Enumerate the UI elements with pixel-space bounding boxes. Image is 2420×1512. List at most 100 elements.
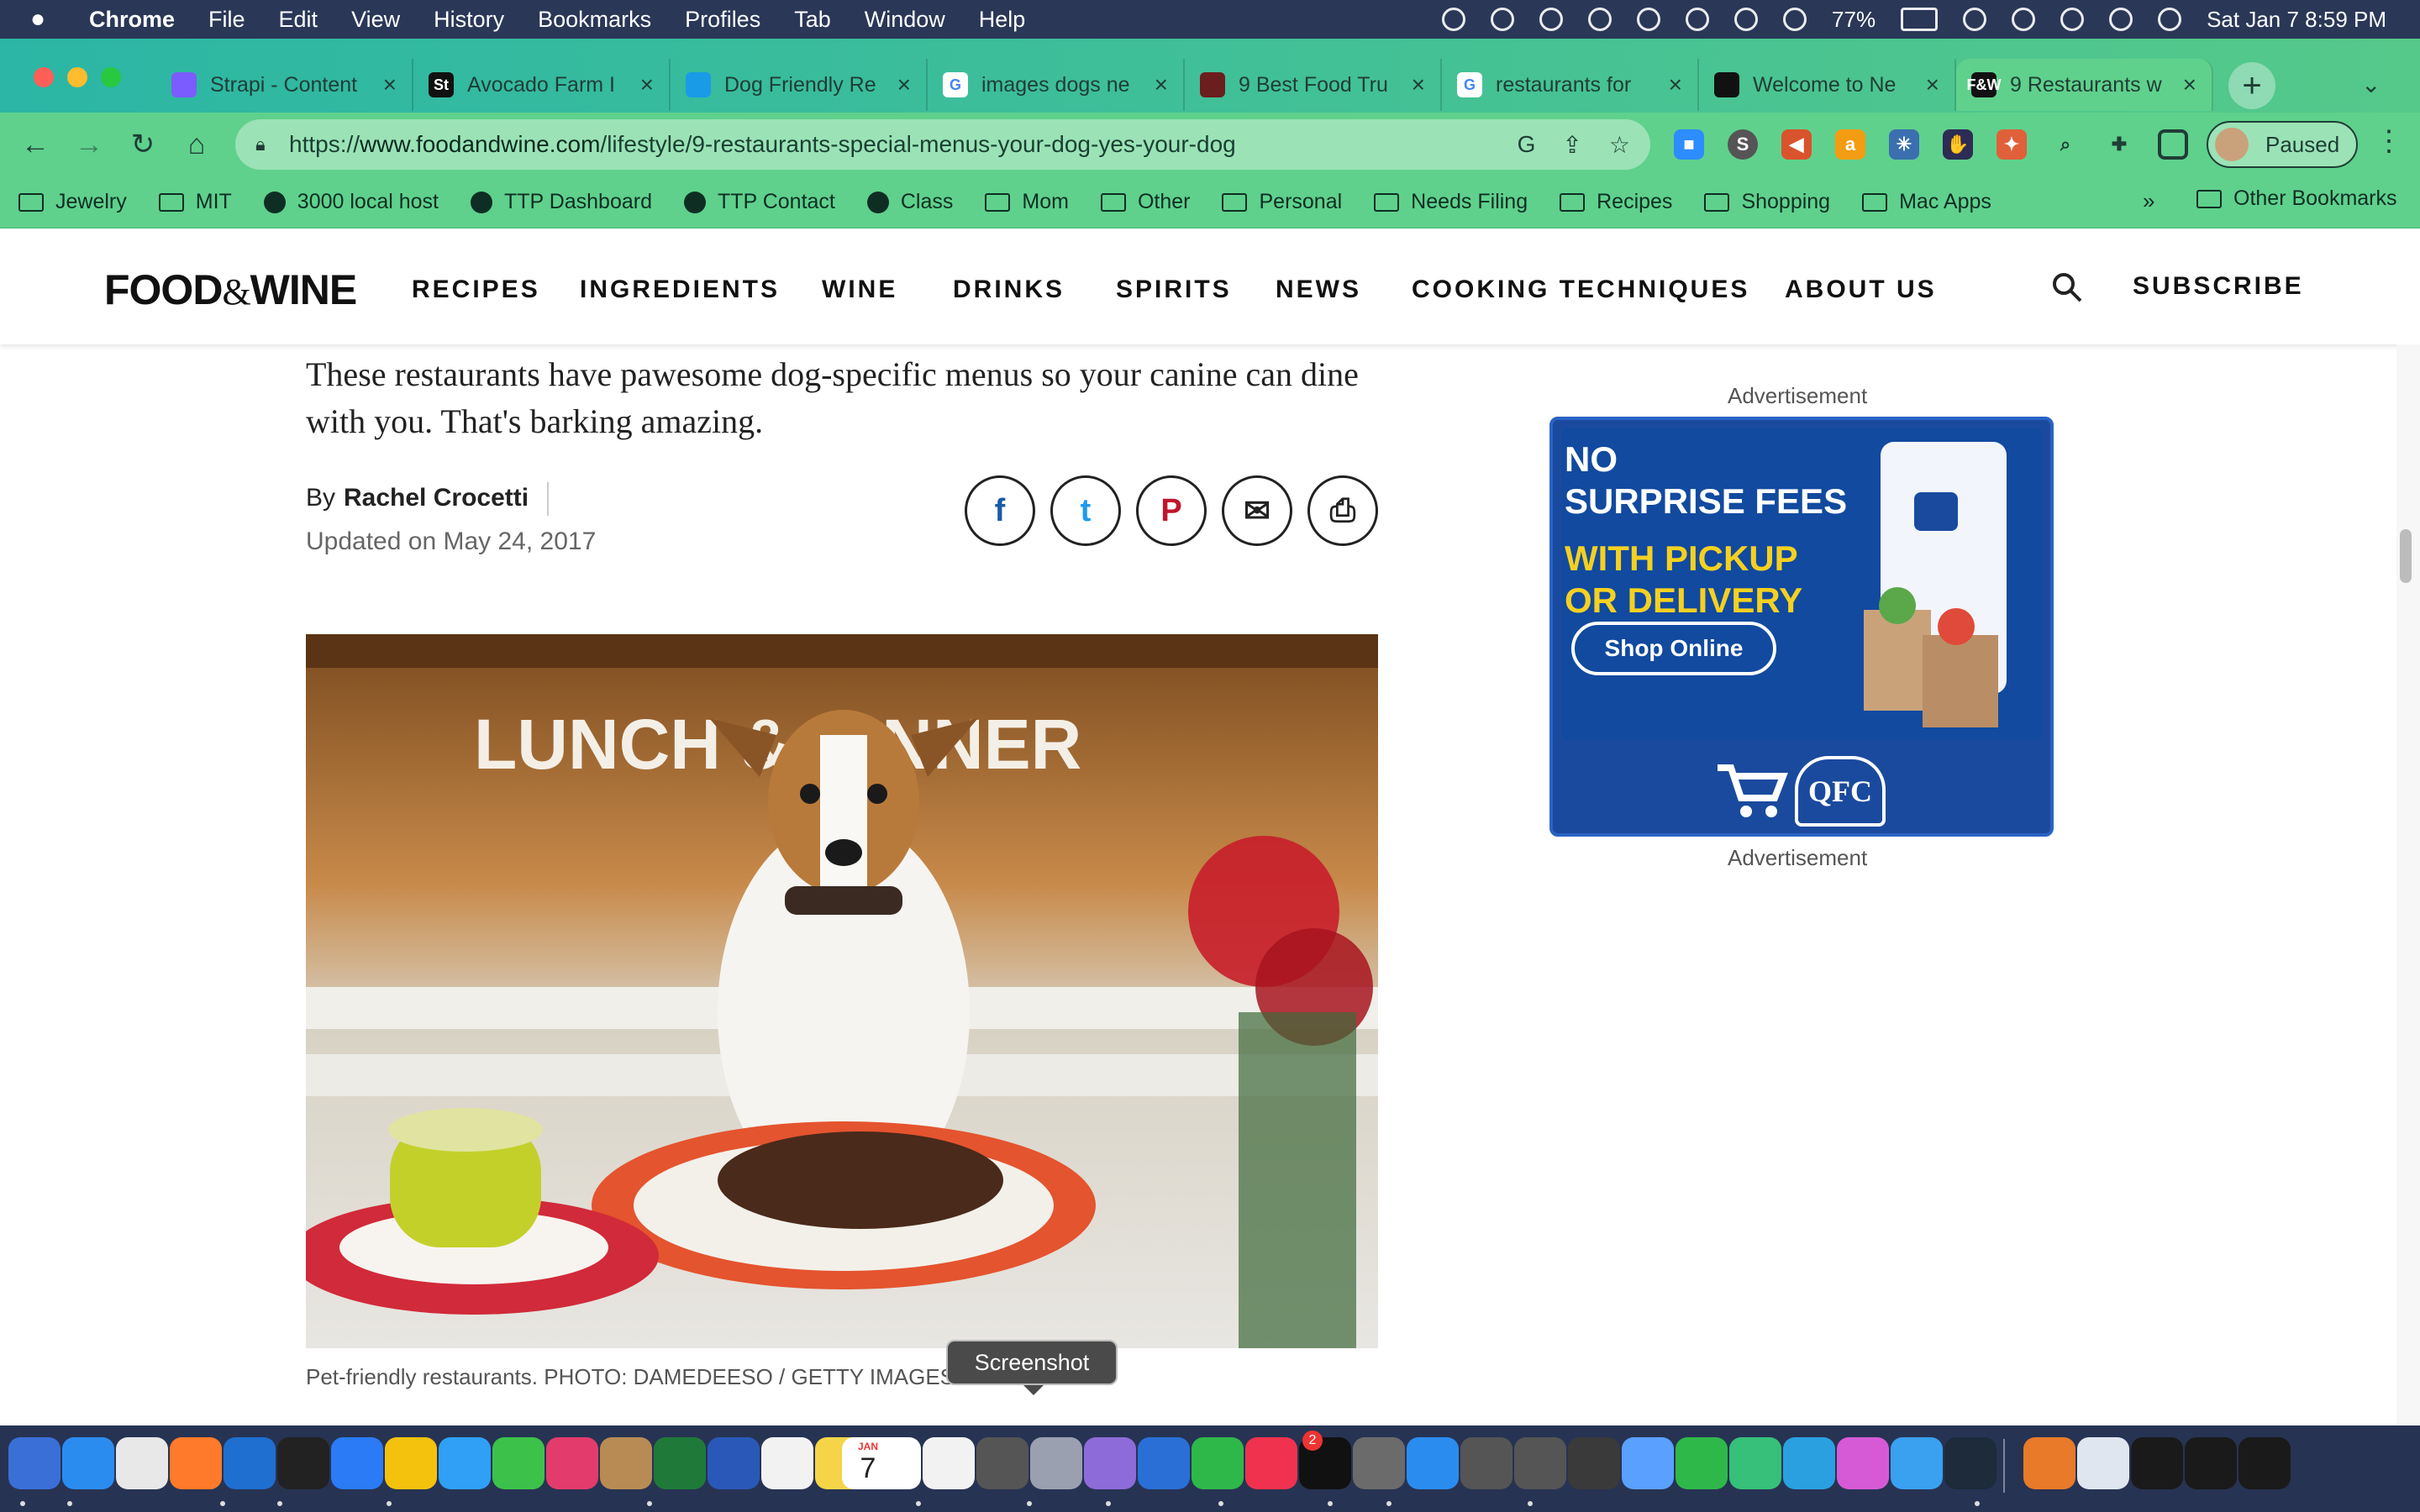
dock-app-icon[interactable]: [1622, 1437, 1674, 1489]
dock-app-icon[interactable]: [1030, 1437, 1082, 1489]
siri-icon[interactable]: [2158, 8, 2182, 31]
dock-app-icon[interactable]: [1568, 1437, 1620, 1489]
browser-tab[interactable]: 9 Best Food Tru ×: [1185, 59, 1442, 111]
react-extension-icon[interactable]: ✳: [1889, 129, 1919, 160]
hand-extension-icon[interactable]: ✋: [1943, 129, 1973, 160]
dock-app-icon[interactable]: [2238, 1437, 2291, 1489]
bookmark-item[interactable]: Mac Apps: [1862, 190, 1991, 214]
dock-app-icon[interactable]: [385, 1437, 437, 1489]
time-machine-icon[interactable]: [2012, 8, 2036, 31]
megaphone-extension-icon[interactable]: ◀: [1781, 129, 1812, 160]
share-icon[interactable]: ⇪: [1562, 131, 1581, 159]
amazon-extension-icon[interactable]: a: [1835, 129, 1865, 160]
bookmark-item[interactable]: Class: [866, 190, 953, 214]
address-bar[interactable]: 🔒︎ https://www.foodandwine.com/lifestyle…: [235, 119, 1650, 170]
tab-search-chevron-icon[interactable]: ⌄: [2361, 71, 2381, 98]
dock-app-icon[interactable]: [1245, 1437, 1297, 1489]
author-link[interactable]: Rachel Crocetti: [344, 484, 529, 512]
reload-button[interactable]: ↻: [126, 128, 160, 161]
dock-app-icon[interactable]: [1407, 1437, 1459, 1489]
browser-tab[interactable]: Dog Friendly Re ×: [671, 59, 928, 111]
menu-tab[interactable]: Tab: [794, 7, 831, 33]
minimize-window-icon[interactable]: [67, 67, 87, 87]
address-url[interactable]: https://www.foodandwine.com/lifestyle/9-…: [289, 131, 1236, 158]
tab-close-icon[interactable]: ×: [897, 71, 911, 98]
dock-app-icon[interactable]: [492, 1437, 544, 1489]
nav-about-us[interactable]: ABOUT US: [1785, 276, 1937, 304]
dock-app-icon[interactable]: [923, 1437, 975, 1489]
nav-wine[interactable]: WINE: [822, 276, 897, 304]
bookmark-item[interactable]: Other: [1100, 190, 1190, 214]
site-logo[interactable]: FOOD&WINE: [104, 265, 357, 314]
dock-app-icon[interactable]: [277, 1437, 329, 1489]
dock-app-icon[interactable]: [708, 1437, 760, 1489]
nav-spirits[interactable]: SPIRITS: [1116, 276, 1232, 304]
dock-calendar-icon[interactable]: JAN 7: [842, 1437, 894, 1489]
bookmarks-overflow-button[interactable]: »: [2143, 188, 2154, 214]
browser-tab[interactable]: St Avocado Farm I ×: [413, 59, 671, 111]
dock-app-icon[interactable]: [1353, 1437, 1405, 1489]
nav-recipes[interactable]: RECIPES: [412, 276, 540, 304]
page-scrollbar[interactable]: [2396, 344, 2420, 1425]
bookmark-item[interactable]: 3000 local host: [263, 190, 439, 214]
print-share-button[interactable]: ⎙: [1307, 475, 1378, 546]
tab-close-icon[interactable]: ×: [383, 71, 397, 98]
apple-menu-icon[interactable]: ●: [30, 5, 64, 34]
menu-profiles[interactable]: Profiles: [685, 7, 760, 33]
dock-app-icon[interactable]: [1676, 1437, 1728, 1489]
lock-icon[interactable]: 🔒︎: [255, 134, 274, 155]
bookmark-item[interactable]: MIT: [158, 190, 232, 214]
menubar-clock[interactable]: Sat Jan 7 8:59 PM: [2207, 7, 2386, 33]
twitter-share-button[interactable]: t: [1050, 475, 1121, 546]
tab-close-icon[interactable]: ×: [2183, 71, 2196, 98]
close-window-icon[interactable]: [34, 67, 54, 87]
extensions-puzzle-icon[interactable]: ✚: [2104, 129, 2134, 160]
wifi-icon[interactable]: [1963, 8, 1987, 31]
browser-tab[interactable]: Grestaurants for ×: [1442, 59, 1699, 111]
bookmark-star-icon[interactable]: ☆: [1609, 131, 1630, 159]
dock-app-icon[interactable]: [654, 1437, 706, 1489]
bookmark-item[interactable]: Mom: [985, 190, 1069, 214]
profile-paused-button[interactable]: Paused: [2207, 121, 2358, 168]
page-scrollbar-thumb[interactable]: [2400, 529, 2412, 583]
menu-app-name[interactable]: Chrome: [89, 7, 175, 33]
menu-edit[interactable]: Edit: [279, 7, 318, 33]
bookmark-item[interactable]: Recipes: [1560, 190, 1672, 214]
dock-app-icon[interactable]: [62, 1437, 114, 1489]
bookmark-item[interactable]: Shopping: [1704, 190, 1830, 214]
dock-app-icon[interactable]: [2185, 1437, 2237, 1489]
dock-app-icon[interactable]: [8, 1437, 60, 1489]
zoom-window-icon[interactable]: [101, 67, 121, 87]
dock-app-icon[interactable]: [2023, 1437, 2075, 1489]
fingerprint-status-icon[interactable]: [1491, 8, 1515, 31]
dock-app-icon[interactable]: [761, 1437, 813, 1489]
ad-banner[interactable]: NO SURPRISE FEES WITH PICKUP OR DELIVERY S…: [1549, 417, 2054, 837]
browser-tab[interactable]: Gimages dogs ne ×: [928, 59, 1185, 111]
dock-app-icon[interactable]: [546, 1437, 598, 1489]
menu-bookmarks[interactable]: Bookmarks: [538, 7, 651, 33]
s-extension-icon[interactable]: S: [1728, 129, 1758, 160]
ad-shop-online-button[interactable]: Shop Online: [1571, 622, 1776, 675]
dock-app-icon[interactable]: [1783, 1437, 1835, 1489]
dock-app-icon[interactable]: [1514, 1437, 1566, 1489]
menu-help[interactable]: Help: [979, 7, 1026, 33]
shield-status-icon[interactable]: [1442, 8, 1466, 31]
play-status-icon[interactable]: [1588, 8, 1612, 31]
dock-app-icon[interactable]: [2077, 1437, 2129, 1489]
dock-app-icon[interactable]: [1944, 1437, 1996, 1489]
tab-close-icon[interactable]: ×: [1155, 71, 1168, 98]
dock-app-icon[interactable]: [116, 1437, 168, 1489]
nav-ingredients[interactable]: INGREDIENTS: [580, 276, 780, 304]
bluetooth-status-icon[interactable]: [1783, 8, 1807, 31]
menu-window[interactable]: Window: [865, 7, 945, 33]
battery-icon[interactable]: [1901, 8, 1939, 31]
menu-history[interactable]: History: [434, 7, 504, 33]
browser-tab[interactable]: F&W 9 Restaurants w ×: [1956, 59, 2213, 111]
browser-tab[interactable]: Strapi - Content ×: [156, 59, 413, 111]
pinterest-share-button[interactable]: P: [1136, 475, 1207, 546]
dock-app-icon[interactable]: [1729, 1437, 1781, 1489]
zoom-page-icon[interactable]: ⌕: [2050, 129, 2081, 160]
airdrop-status-icon[interactable]: [1686, 8, 1710, 31]
facebook-share-button[interactable]: f: [965, 475, 1035, 546]
subscribe-link[interactable]: SUBSCRIBE: [2133, 272, 2304, 301]
